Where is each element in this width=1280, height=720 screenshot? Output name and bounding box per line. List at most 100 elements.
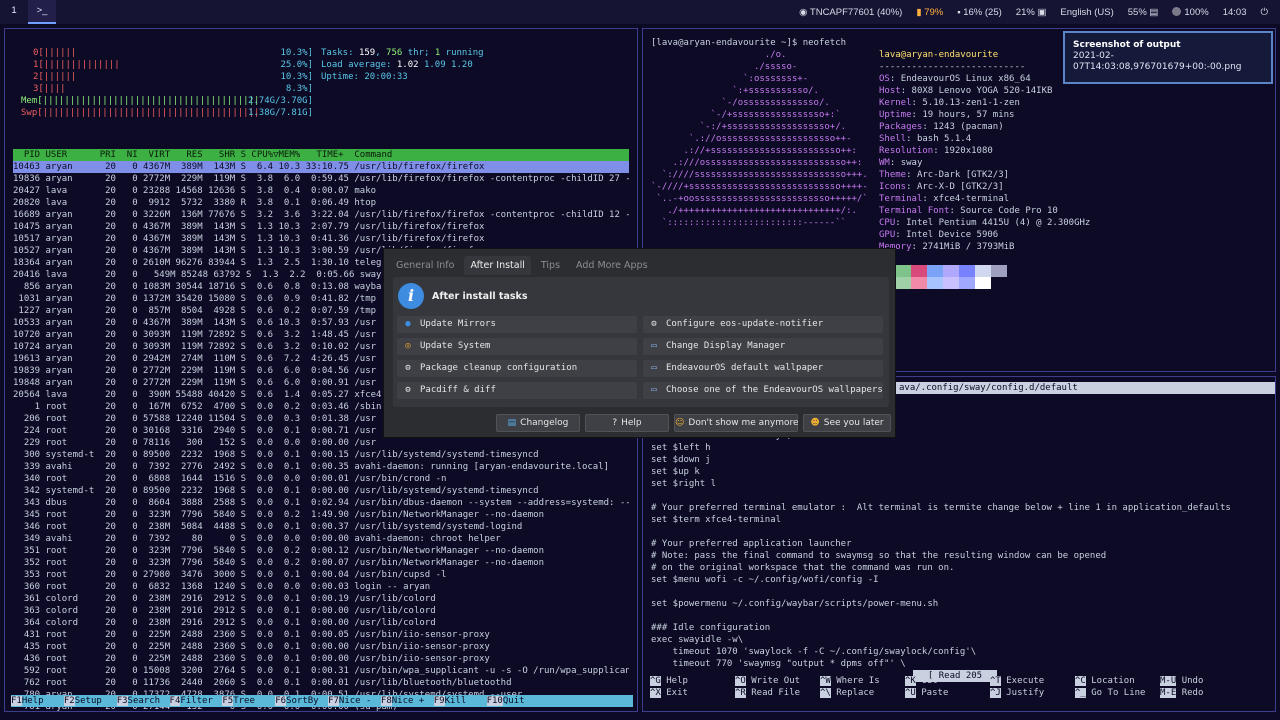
table-row[interactable]: 343 dbus 20 0 8604 3888 2588 S 0.0 0.1 0… bbox=[13, 497, 629, 509]
table-row[interactable]: 364 colord 20 0 238M 2916 2912 S 0.0 0.1… bbox=[13, 617, 629, 629]
fkey-f1[interactable]: F1 bbox=[11, 696, 22, 706]
see-you-later-button[interactable]: ☻ See you later bbox=[803, 414, 891, 432]
table-row[interactable]: 431 root 20 0 225M 2488 2360 S 0.0 0.1 0… bbox=[13, 629, 629, 641]
pacdiff-button[interactable]: ⚙ Pacdiff & diff bbox=[397, 382, 637, 399]
table-row[interactable]: 361 colord 20 0 238M 2916 2912 S 0.0 0.1… bbox=[13, 593, 629, 605]
table-row[interactable]: 363 colord 20 0 238M 2916 2912 S 0.0 0.1… bbox=[13, 605, 629, 617]
table-row[interactable]: 20427 lava 20 0 23288 14568 12636 S 3.8 … bbox=[13, 185, 629, 197]
fkey-f4[interactable]: F4 bbox=[169, 696, 181, 706]
table-row[interactable]: 339 avahi 20 0 7392 2776 2492 S 0.0 0.1 … bbox=[13, 461, 629, 473]
fkey-label[interactable]: Filter bbox=[180, 695, 223, 707]
info-row: Icons: Arc-X-D [GTK2/3] bbox=[879, 181, 1090, 193]
table-row[interactable]: 346 root 20 0 238M 5084 4488 S 0.0 0.1 0… bbox=[13, 521, 629, 533]
fkey-f3[interactable]: F3 bbox=[116, 696, 128, 706]
table-row[interactable]: 300 systemd-t 20 0 89500 2232 1968 S 0.0… bbox=[13, 449, 629, 461]
fkey-f10[interactable]: F10 bbox=[486, 696, 503, 706]
fkey-label[interactable]: Tree bbox=[233, 695, 276, 707]
fkey-label[interactable]: Search bbox=[127, 695, 170, 707]
color-swatch bbox=[911, 277, 927, 289]
nano-shortcut[interactable]: ^K Cut bbox=[905, 676, 938, 686]
disk-module[interactable]: ▪ 16% (25) bbox=[957, 7, 1002, 18]
table-row[interactable]: 349 avahi 20 0 7392 80 0 S 0.0 0.0 0:00.… bbox=[13, 533, 629, 545]
nano-shortcut[interactable]: ^T Execute bbox=[990, 676, 1044, 686]
clock[interactable]: 14:03 bbox=[1223, 7, 1247, 18]
fkey-f9[interactable]: F9 bbox=[433, 696, 445, 706]
fkey-label[interactable]: Kill bbox=[444, 695, 487, 707]
table-row[interactable]: 10463 aryan 20 0 4367M 389M 143M S 6.4 1… bbox=[13, 161, 629, 173]
keyboard-layout[interactable]: English (US) bbox=[1060, 7, 1113, 18]
wifi-module[interactable]: ◉ TNCAPF77601 (40%) bbox=[799, 7, 902, 18]
table-row[interactable]: 352 root 20 0 323M 7796 5840 S 0.0 0.2 0… bbox=[13, 557, 629, 569]
choose-wallpaper-button[interactable]: ▭ Choose one of the EndeavourOS wallpaper… bbox=[643, 382, 883, 399]
default-wallpaper-button[interactable]: ▭ EndeavourOS default wallpaper bbox=[643, 360, 883, 377]
fkey-f8[interactable]: F8 bbox=[380, 696, 392, 706]
table-row[interactable]: 351 root 20 0 323M 7796 5840 S 0.0 0.2 0… bbox=[13, 545, 629, 557]
configure-notifier-button[interactable]: ⚙ Configure eos-update-notifier bbox=[643, 316, 883, 333]
fkey-label[interactable]: Nice + bbox=[391, 695, 434, 707]
update-system-button[interactable]: ◎ Update System bbox=[397, 338, 637, 355]
info-colon: : bbox=[911, 110, 923, 120]
change-display-manager-button[interactable]: ▭ Change Display Manager bbox=[643, 338, 883, 355]
fkey-label[interactable]: Nice - bbox=[338, 695, 381, 707]
nano-shortcut[interactable]: ^J Justify bbox=[990, 688, 1044, 698]
info-row: OS: EndeavourOS Linux x86_64 bbox=[879, 73, 1090, 85]
nano-shortcut[interactable]: ^W Where Is bbox=[820, 676, 880, 686]
fkey-f6[interactable]: F6 bbox=[275, 696, 287, 706]
table-row[interactable]: 353 root 20 0 27980 3476 3000 S 0.0 0.1 … bbox=[13, 569, 629, 581]
workspace-terminal[interactable]: >_ bbox=[28, 0, 56, 24]
tab-after-install[interactable]: After Install bbox=[464, 256, 531, 275]
nano-shortcut[interactable]: ^O Write Out bbox=[735, 676, 800, 686]
table-row[interactable]: 436 root 20 0 225M 2488 2360 S 0.0 0.1 0… bbox=[13, 653, 629, 665]
screenshot-notification[interactable]: Screenshot of output 2021-02-07T14:03:08… bbox=[1063, 31, 1273, 84]
nano-shortcut[interactable]: M-U Undo bbox=[1160, 676, 1203, 686]
table-row[interactable]: 20820 lava 20 0 9912 5732 3380 R 3.8 0.1… bbox=[13, 197, 629, 209]
dont-show-button[interactable]: ☺ Don't show me anymore bbox=[674, 414, 799, 432]
tab-add-more-apps[interactable]: Add More Apps bbox=[570, 256, 654, 275]
table-row[interactable]: 360 root 20 0 6832 1368 1240 S 0.0 0.0 0… bbox=[13, 581, 629, 593]
table-row[interactable]: 345 root 20 0 323M 7796 5840 S 0.0 0.2 1… bbox=[13, 509, 629, 521]
table-row[interactable]: 229 root 20 0 78116 300 152 S 0.0 0.0 0:… bbox=[13, 437, 629, 449]
fkey-label[interactable]: Quit bbox=[502, 695, 545, 707]
nano-shortcut[interactable]: ^C Location bbox=[1075, 676, 1135, 686]
nano-shortcut[interactable]: ^G Help bbox=[650, 676, 688, 686]
nano-shortcut[interactable]: ^U Paste bbox=[905, 688, 948, 698]
package-cleanup-button[interactable]: ⚙ Package cleanup configuration bbox=[397, 360, 637, 377]
workspace-1[interactable]: 1 bbox=[0, 0, 28, 24]
table-row[interactable]: 16689 aryan 20 0 3226M 136M 77676 S 3.2 … bbox=[13, 209, 629, 221]
table-row[interactable]: 435 root 20 0 225M 2488 2360 S 0.0 0.1 0… bbox=[13, 641, 629, 653]
shortcut-key: ^X bbox=[650, 688, 661, 698]
fkey-f5[interactable]: F5 bbox=[222, 696, 234, 706]
nano-shortcut[interactable]: ^\ Replace bbox=[820, 688, 874, 698]
update-mirrors-button[interactable]: ● Update Mirrors bbox=[397, 316, 637, 333]
table-row[interactable]: 19836 aryan 20 0 2772M 229M 119M S 3.8 6… bbox=[13, 173, 629, 185]
table-row[interactable]: 10475 aryan 20 0 4367M 389M 143M S 1.3 1… bbox=[13, 221, 629, 233]
table-row[interactable]: 10517 aryan 20 0 4367M 389M 143M S 1.3 1… bbox=[13, 233, 629, 245]
table-row[interactable]: 342 systemd-t 20 0 89500 2232 1968 S 0.0… bbox=[13, 485, 629, 497]
help-button[interactable]: ? Help bbox=[585, 414, 669, 432]
nano-editor[interactable]: # Home row direction keys, like vimset $… bbox=[651, 430, 1275, 670]
nano-shortcut[interactable]: M-E Redo bbox=[1160, 688, 1203, 698]
temperature-module[interactable]: ▮ 79% bbox=[916, 7, 943, 18]
info-value: Intel Pentium 4415U (4) @ 2.300GHz bbox=[906, 218, 1091, 228]
endeavour-logo: ./o. ./sssso- `:osssssss+- `:+ssssssssss… bbox=[651, 49, 868, 229]
nano-shortcut[interactable]: ^_ Go To Line bbox=[1075, 688, 1145, 698]
tab-general-info[interactable]: General Info bbox=[390, 256, 460, 275]
fkey-f7[interactable]: F7 bbox=[328, 696, 339, 706]
nano-shortcut[interactable]: ^R Read File bbox=[735, 688, 800, 698]
fkey-label[interactable]: Setup bbox=[74, 695, 117, 707]
changelog-button[interactable]: ▤ Changelog bbox=[496, 414, 580, 432]
process-table-header[interactable]: PID USER PRI NI VIRT RES SHR S CPU%▽MEM%… bbox=[13, 149, 629, 161]
battery-module[interactable]: 100% bbox=[1172, 6, 1209, 18]
tab-tips[interactable]: Tips bbox=[535, 256, 566, 275]
table-row[interactable]: 340 root 20 0 6808 1644 1516 S 0.0 0.0 0… bbox=[13, 473, 629, 485]
fkey-label[interactable]: SortBy bbox=[286, 695, 329, 707]
meter-value: 10.3%] bbox=[280, 72, 313, 82]
table-row[interactable]: 762 root 20 0 11736 2440 2060 S 0.0 0.1 … bbox=[13, 677, 629, 689]
fkey-label[interactable]: Help bbox=[21, 695, 64, 707]
table-row[interactable]: 592 root 20 0 15008 3200 2764 S 0.0 0.1 … bbox=[13, 665, 629, 677]
nano-shortcut[interactable]: ^X Exit bbox=[650, 688, 688, 698]
fkey-f2[interactable]: F2 bbox=[63, 696, 75, 706]
memory-module[interactable]: 55% ▤ bbox=[1128, 7, 1159, 18]
power-icon[interactable]: ⏻ bbox=[1260, 7, 1268, 18]
cpu-module[interactable]: 21% ▣ bbox=[1016, 7, 1047, 18]
